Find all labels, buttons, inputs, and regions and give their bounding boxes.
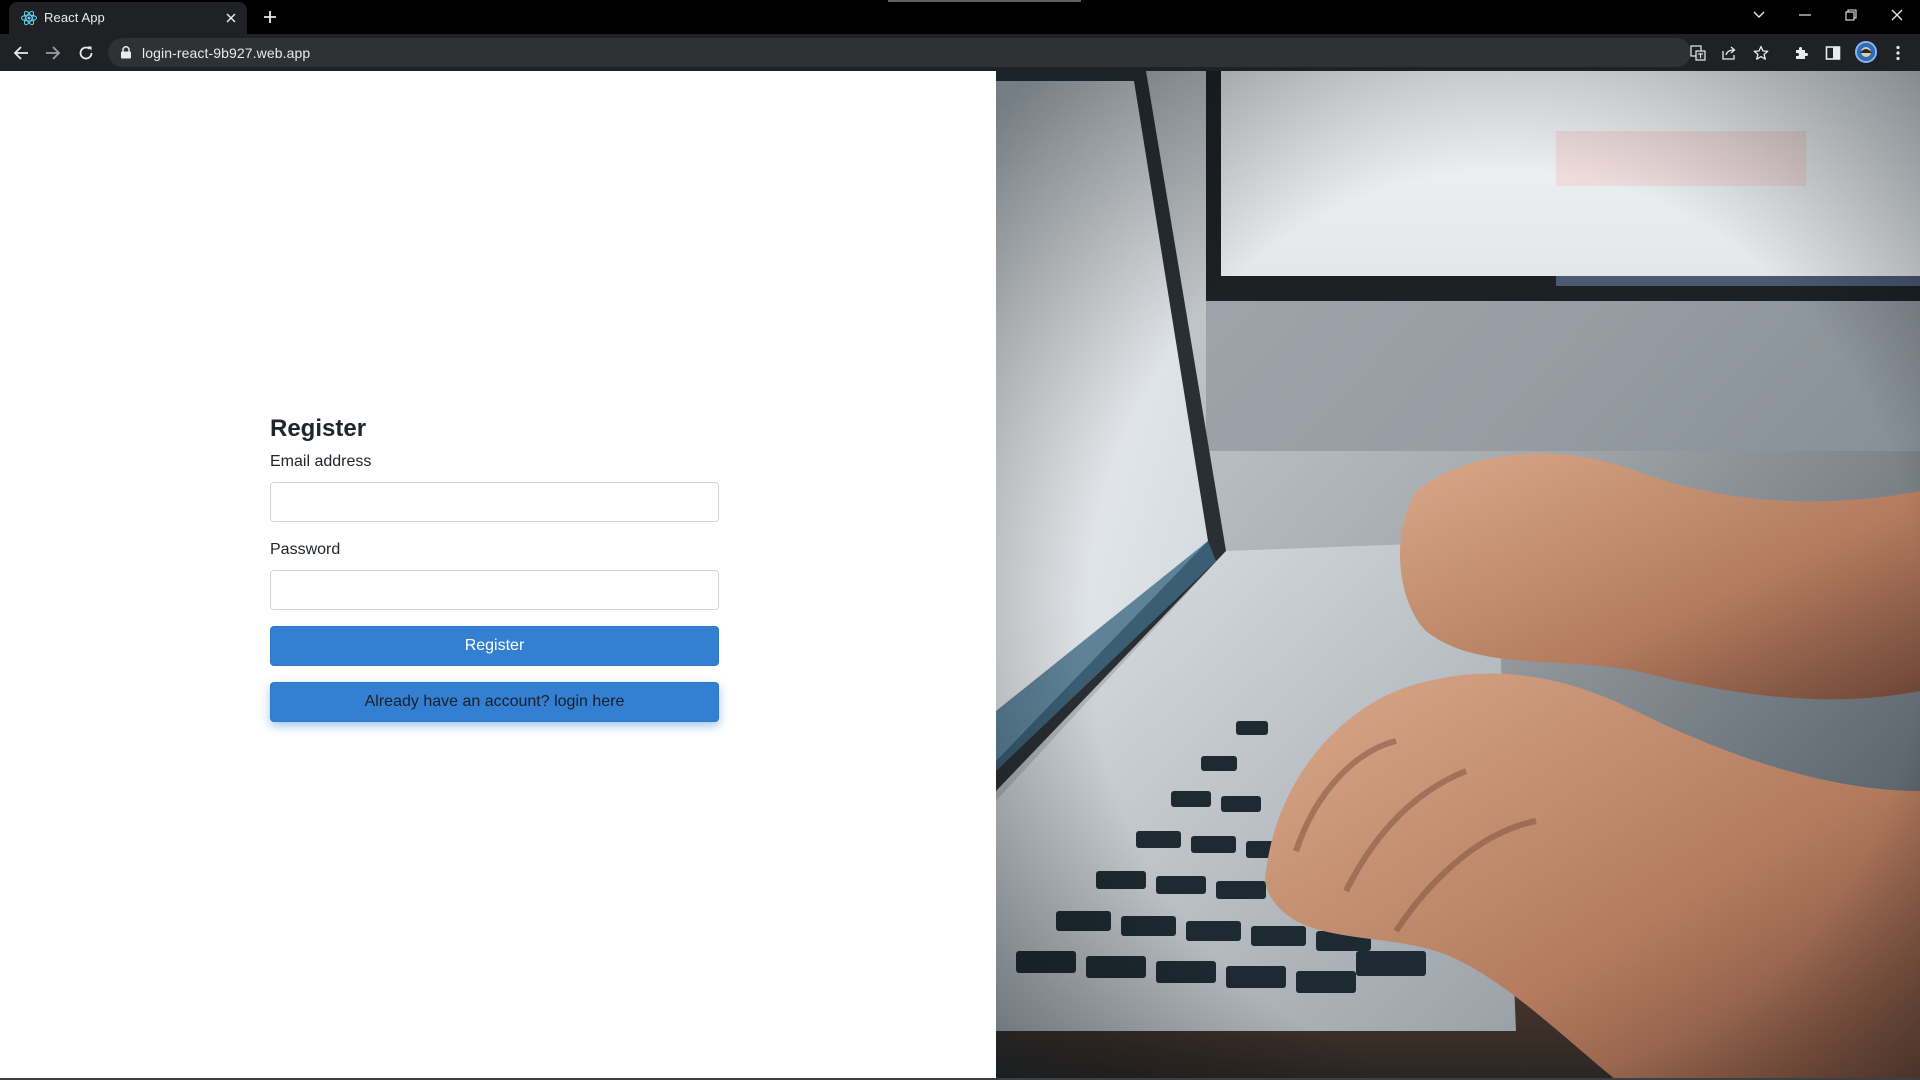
- close-window-icon[interactable]: [1874, 0, 1920, 30]
- new-tab-plus-icon[interactable]: [258, 5, 282, 29]
- password-field[interactable]: [270, 570, 719, 610]
- more-options-kebab-icon[interactable]: [1885, 40, 1911, 66]
- forward-arrow-icon[interactable]: [39, 39, 67, 67]
- translate-icon[interactable]: [1687, 42, 1709, 64]
- register-heading: Register: [270, 415, 367, 442]
- profile-avatar[interactable]: [1855, 41, 1877, 63]
- url-text[interactable]: login-react-9b927.web.app: [142, 45, 310, 61]
- share-icon[interactable]: [1718, 42, 1740, 64]
- lock-icon[interactable]: [120, 46, 132, 59]
- tab-search-chevron-down-icon[interactable]: [1736, 0, 1782, 30]
- tab-title: React App: [44, 10, 105, 25]
- side-panel-icon[interactable]: [1820, 40, 1846, 66]
- react-logo-icon: [21, 10, 37, 26]
- extensions-puzzle-icon[interactable]: [1788, 40, 1814, 66]
- page-viewport: Register Email address Password Register…: [0, 71, 1920, 1080]
- minimize-window-icon[interactable]: [1782, 0, 1828, 30]
- hero-image-hands-typing-laptop: [996, 71, 1920, 1080]
- browser-tab-react-app[interactable]: React App: [9, 2, 247, 34]
- browser-tab-strip: React App: [0, 0, 1920, 34]
- browser-toolbar: login-react-9b927.web.app: [0, 34, 1920, 71]
- restore-window-icon[interactable]: [1828, 0, 1874, 30]
- reload-icon[interactable]: [72, 39, 100, 67]
- login-link-button[interactable]: Already have an account? login here: [270, 682, 719, 722]
- register-form: Register Email address Password Register…: [270, 411, 719, 722]
- address-bar[interactable]: login-react-9b927.web.app: [108, 38, 1769, 67]
- register-button[interactable]: Register: [270, 626, 719, 666]
- password-label: Password: [270, 541, 341, 558]
- email-field[interactable]: [270, 482, 719, 522]
- back-arrow-icon[interactable]: [7, 39, 35, 67]
- tab-strip-indicator: [888, 0, 1081, 2]
- bookmark-star-icon[interactable]: [1750, 42, 1772, 64]
- email-label: Email address: [270, 453, 372, 470]
- tab-close-icon[interactable]: [223, 10, 239, 26]
